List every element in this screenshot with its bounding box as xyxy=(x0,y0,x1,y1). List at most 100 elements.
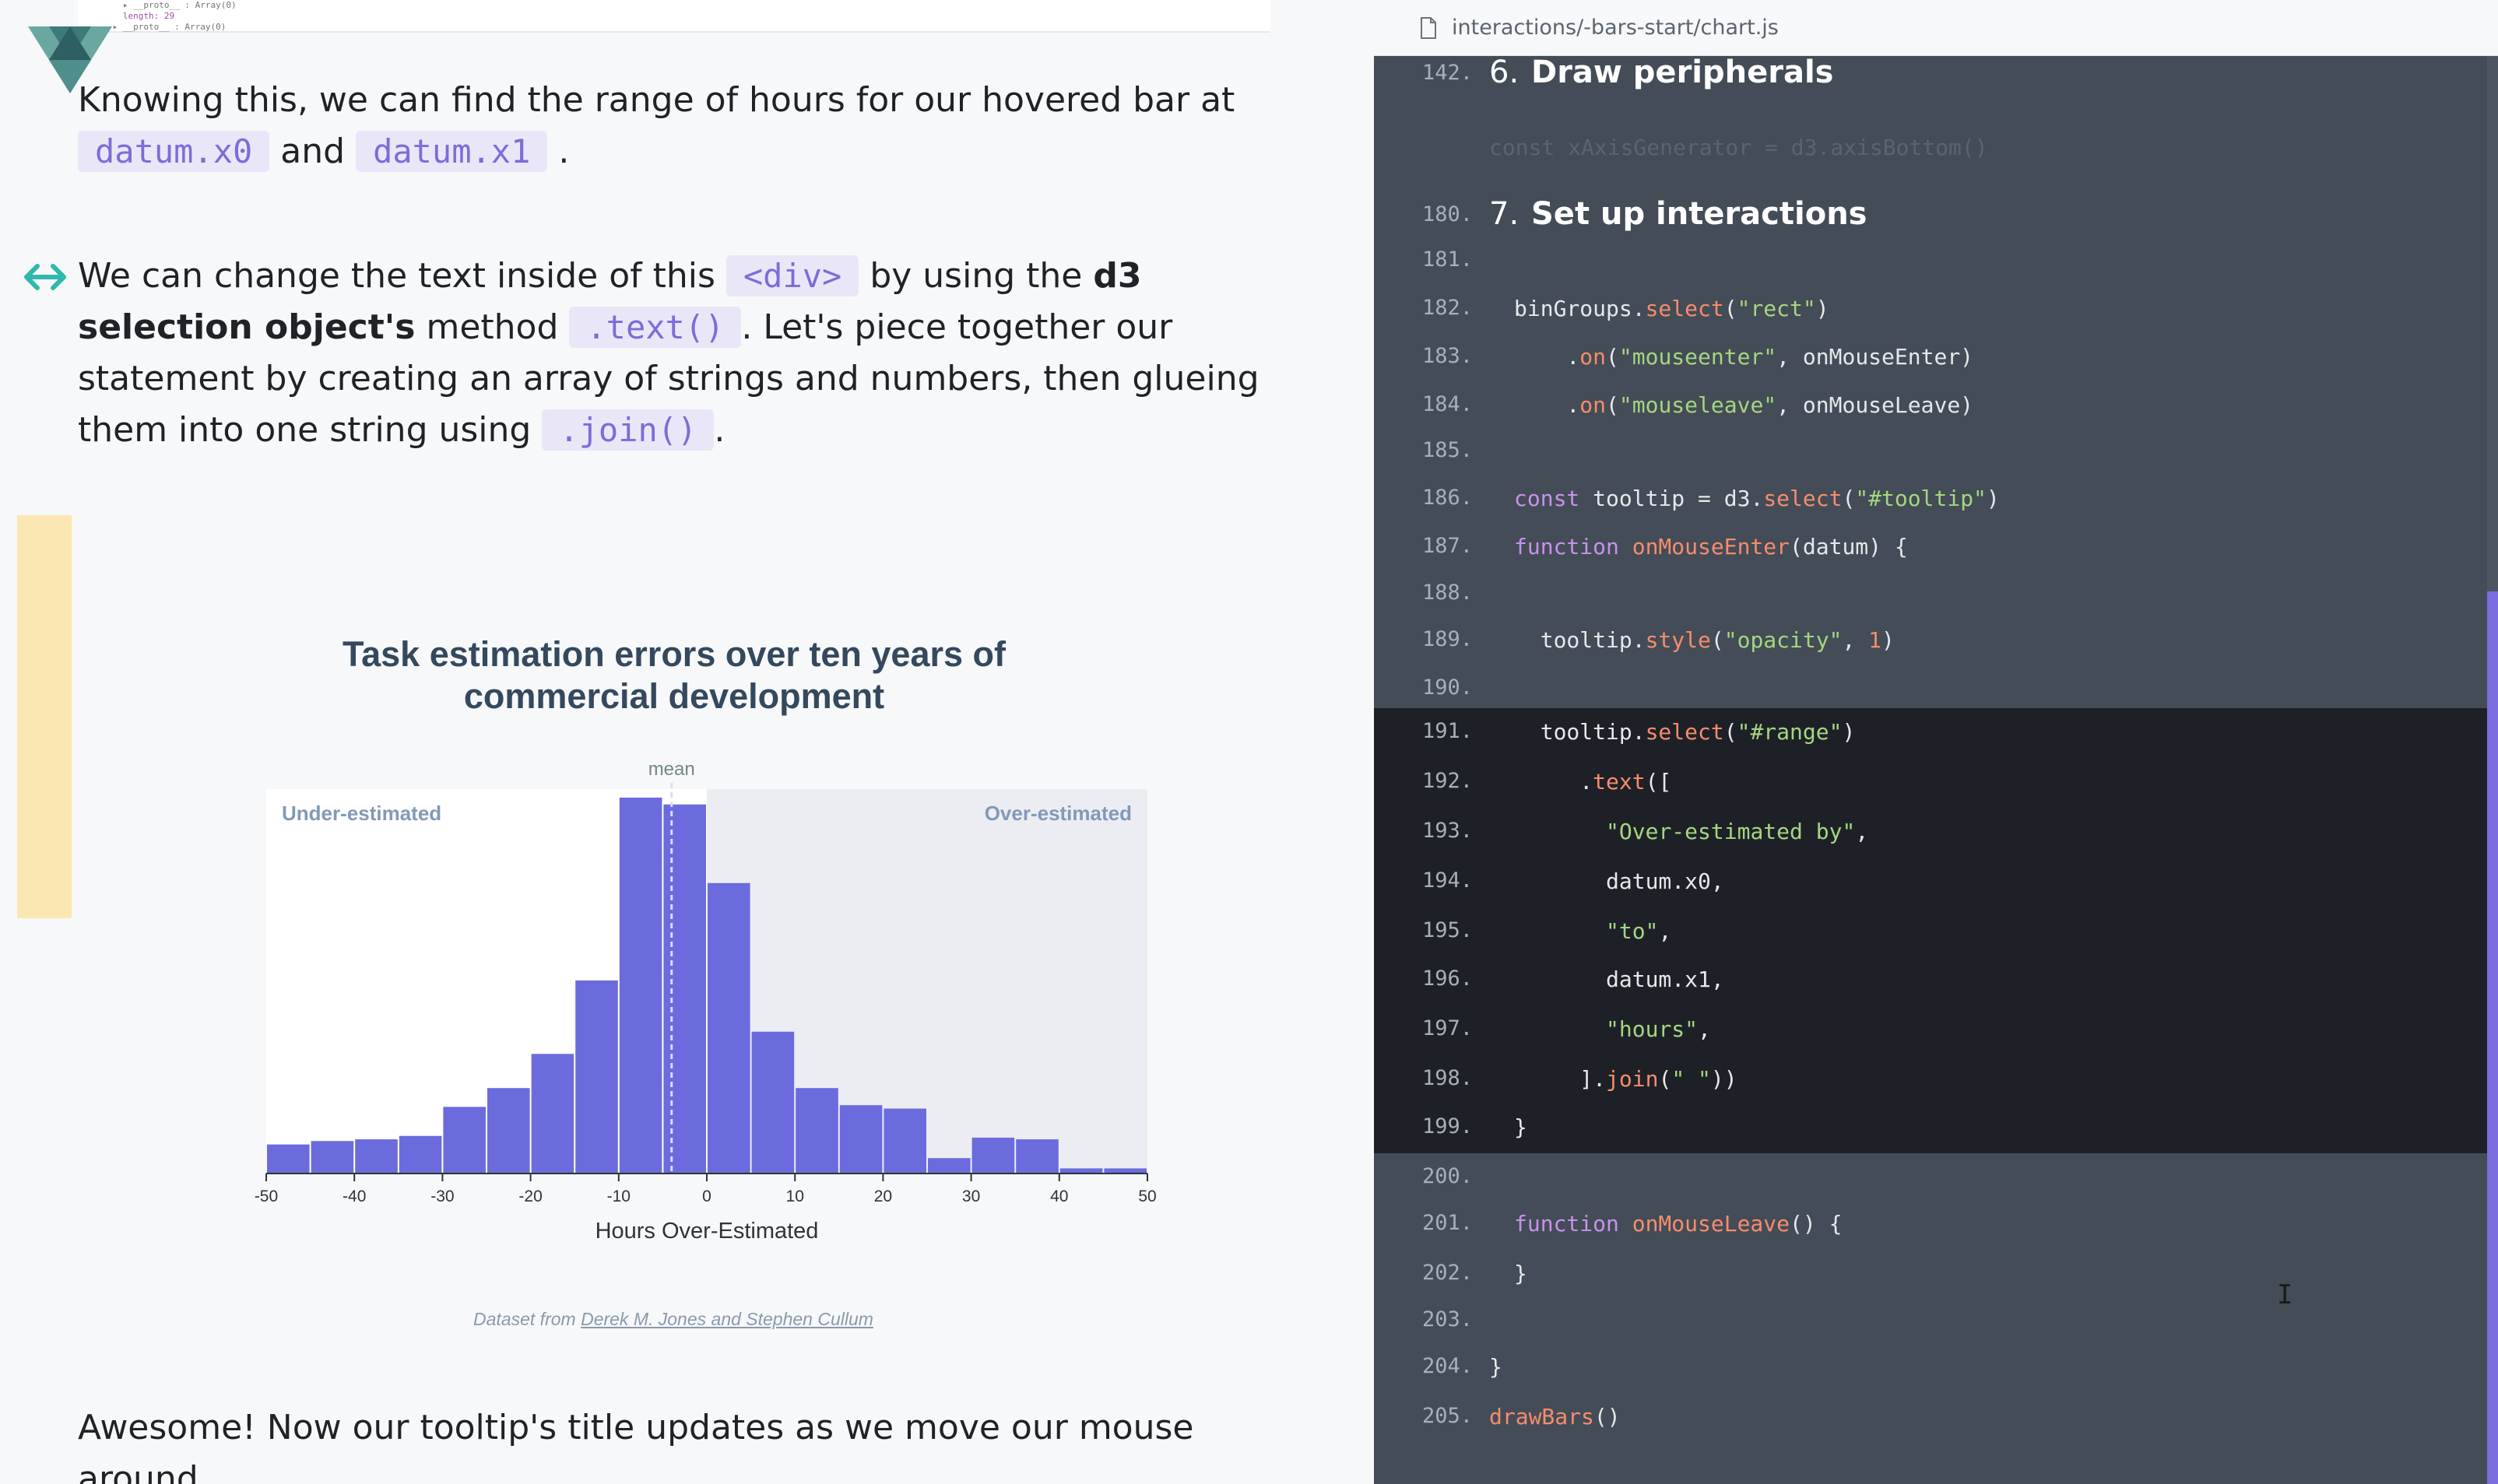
line-number: 183. xyxy=(1421,344,1473,368)
code-line[interactable]: 183. .on("mouseenter", onMouseEnter) xyxy=(1374,344,2487,391)
line-number: 202. xyxy=(1421,1261,1473,1285)
x-tick-label: 50 xyxy=(1138,1188,1156,1205)
code-text: "to", xyxy=(1606,918,1672,944)
histogram-bar[interactable] xyxy=(487,1088,530,1174)
console-line: length: 29 xyxy=(107,11,175,21)
histogram-bar[interactable] xyxy=(399,1135,442,1174)
code-line[interactable]: 191. tooltip.select("#range") xyxy=(1374,719,2487,766)
histogram-bar[interactable] xyxy=(928,1158,971,1174)
mean-label: mean xyxy=(648,759,695,780)
step-number: 7. xyxy=(1489,196,1520,232)
code-text: function onMouseLeave() { xyxy=(1514,1211,1843,1237)
code-line[interactable]: 203. xyxy=(1374,1307,2487,1354)
code-line[interactable]: 199.} xyxy=(1374,1114,2487,1161)
histogram-bar[interactable] xyxy=(311,1141,354,1174)
x-tick-label: 0 xyxy=(702,1188,711,1205)
code-line[interactable]: 192. .text([ xyxy=(1374,769,2487,816)
code-line[interactable]: 188. xyxy=(1374,581,2487,627)
code-line[interactable]: 201. function onMouseLeave() { xyxy=(1374,1211,2487,1258)
section-heading-peripherals[interactable]: 142. 6. Draw peripherals xyxy=(1374,53,2487,93)
line-number: 192. xyxy=(1421,769,1473,793)
histogram-bar[interactable] xyxy=(267,1144,310,1174)
code-line[interactable]: 205. drawBars() xyxy=(1374,1404,2487,1451)
code-line[interactable]: 198. ].join(" ")) xyxy=(1374,1066,2487,1113)
code-line[interactable]: 181. xyxy=(1374,247,2487,294)
histogram-bar[interactable] xyxy=(884,1108,926,1174)
code-text: .text([ xyxy=(1514,769,1672,795)
inline-code: datum.x1 xyxy=(356,131,548,172)
text-cursor-icon: I xyxy=(2277,1279,2293,1310)
line-number: 197. xyxy=(1421,1016,1473,1040)
section-title: Set up interactions xyxy=(1531,196,1867,232)
line-number: 191. xyxy=(1421,719,1473,743)
chart-title-line2: commercial development xyxy=(464,676,884,716)
under-estimated-label: Under-estimated xyxy=(282,802,441,825)
x-tick-label: 40 xyxy=(1050,1188,1068,1205)
histogram-bar[interactable] xyxy=(355,1139,398,1174)
x-tick-label: -20 xyxy=(518,1188,542,1205)
paragraph-range: Knowing this, we can find the range of h… xyxy=(78,75,1292,177)
line-number: 201. xyxy=(1421,1211,1473,1235)
code-line[interactable]: 194. datum.x0, xyxy=(1374,868,2487,915)
code-text: const xAxisGenerator = d3.axisBottom() xyxy=(1489,135,1988,160)
line-number: 142. xyxy=(1421,61,1473,85)
code-text: datum.x1, xyxy=(1514,967,1724,992)
section-heading-interactions[interactable]: 180. 7. Set up interactions xyxy=(1374,195,2487,235)
editor-scroll-thumb[interactable] xyxy=(2487,591,2498,1484)
line-number: 187. xyxy=(1421,534,1473,558)
code-line[interactable]: 187. function onMouseEnter(datum) { xyxy=(1374,534,2487,581)
histogram-bar[interactable] xyxy=(839,1105,883,1174)
line-number: 199. xyxy=(1421,1114,1473,1138)
inline-code: .text() xyxy=(569,307,742,348)
code-line[interactable]: 193. "Over-estimated by", xyxy=(1374,819,2487,865)
over-estimated-label: Over-estimated xyxy=(985,802,1132,825)
line-number: 185. xyxy=(1421,438,1473,462)
line-number: 195. xyxy=(1421,918,1473,942)
code-text: } xyxy=(1514,1114,1527,1140)
histogram-bar[interactable] xyxy=(796,1088,838,1174)
article-pane: ▸ __proto__ : Array(0) length: 29 ▸ __pr… xyxy=(0,0,1374,1484)
code-text: ].join(" ")) xyxy=(1514,1066,1737,1092)
x-tick-label: 20 xyxy=(874,1188,892,1205)
line-number: 180. xyxy=(1421,202,1473,226)
line-number: 184. xyxy=(1421,392,1473,416)
histogram-bar[interactable] xyxy=(575,980,618,1174)
paragraph-text: . xyxy=(714,410,726,450)
histogram-bar[interactable] xyxy=(708,882,750,1174)
code-line[interactable]: 190. xyxy=(1374,675,2487,722)
credit-link[interactable]: Derek M. Jones and Stephen Cullum xyxy=(581,1309,873,1329)
paragraph-text: . xyxy=(558,132,570,171)
code-text: drawBars() xyxy=(1489,1404,1621,1430)
code-line[interactable]: 197. "hours", xyxy=(1374,1016,2487,1063)
code-line[interactable]: 185. xyxy=(1374,438,2487,485)
code-line[interactable]: 189. tooltip.style("opacity", 1) xyxy=(1374,627,2487,674)
histogram-bar[interactable] xyxy=(531,1054,574,1174)
x-tick-label: -40 xyxy=(343,1188,366,1205)
paragraph-text: method xyxy=(426,307,559,347)
code-line[interactable]: 184. .on("mouseleave", onMouseLeave) xyxy=(1374,392,2487,439)
histogram-bar[interactable] xyxy=(663,804,706,1174)
code-line[interactable]: 195. "to", xyxy=(1374,918,2487,965)
code-line[interactable]: 182. binGroups.select("rect") xyxy=(1374,296,2487,342)
credit-prefix: Dataset from xyxy=(473,1309,576,1329)
histogram-bar[interactable] xyxy=(971,1137,1015,1174)
line-number: 189. xyxy=(1421,627,1473,651)
code-line[interactable]: 202.} xyxy=(1374,1261,2487,1307)
paragraph-text-method: We can change the text inside of this <d… xyxy=(78,251,1292,456)
code-line[interactable]: 186. const tooltip = d3.select("#tooltip"… xyxy=(1374,486,2487,532)
code-diff-icon[interactable] xyxy=(23,261,67,293)
histogram-bar[interactable] xyxy=(443,1107,486,1174)
code-text: .on("mouseleave", onMouseLeave) xyxy=(1514,392,1974,418)
code-text: } xyxy=(1514,1261,1527,1286)
code-line[interactable]: 200. xyxy=(1374,1164,2487,1211)
code-line[interactable]: 196. datum.x1, xyxy=(1374,967,2487,1013)
histogram-bar[interactable] xyxy=(751,1031,795,1174)
code-line[interactable]: 204.} xyxy=(1374,1354,2487,1401)
x-tick-label: 30 xyxy=(962,1188,980,1205)
histogram-bar[interactable] xyxy=(619,797,662,1174)
section-title: Draw peripherals xyxy=(1531,54,1834,90)
inline-code: .join() xyxy=(542,409,715,451)
histogram-bar[interactable] xyxy=(1016,1139,1059,1174)
x-tick-label: -50 xyxy=(255,1188,278,1205)
file-path[interactable]: interactions/-bars-start/chart.js xyxy=(1452,16,1779,40)
